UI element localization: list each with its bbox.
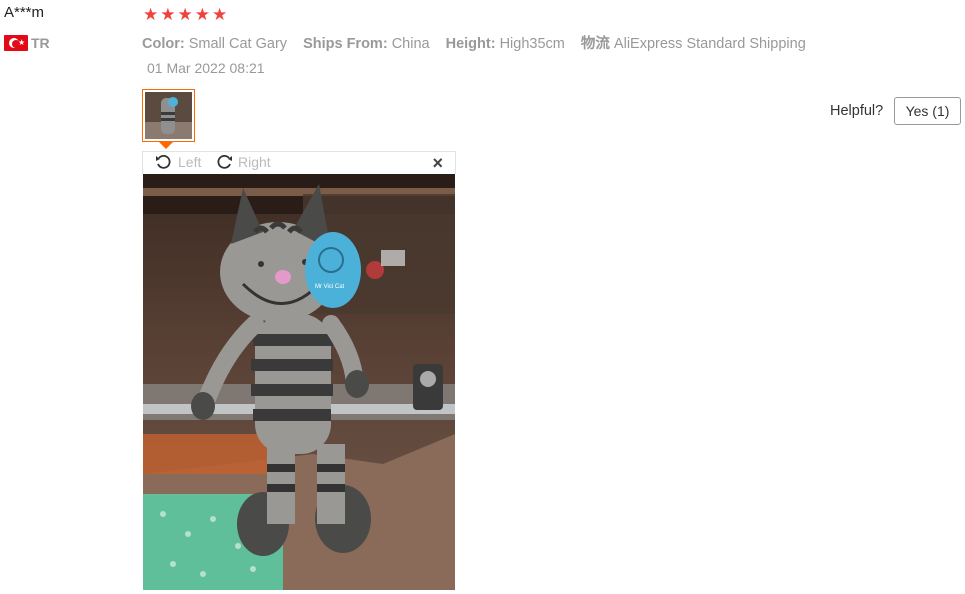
- country-code: TR: [31, 35, 50, 51]
- sku-key: 物流: [580, 36, 610, 52]
- star-icon: ★: [212, 5, 228, 24]
- star-rating: ★ ★ ★ ★ ★: [143, 5, 227, 25]
- rotate-right-label: Right: [238, 154, 271, 170]
- review-photo-large: Mr Vici Cat: [143, 174, 455, 590]
- sku-value: AliExpress Standard Shipping: [613, 36, 806, 52]
- rotate-left-button[interactable]: Left: [155, 153, 201, 171]
- sku-logistics: 物流 AliExpress Standard Shipping: [581, 36, 806, 52]
- helpful-yes-button[interactable]: Yes (1): [894, 97, 961, 125]
- star-icon: ★: [177, 5, 193, 24]
- sku-key: Color:: [142, 36, 185, 52]
- turkey-flag-icon: ★: [4, 35, 28, 51]
- rotate-right-button[interactable]: Right: [215, 153, 271, 171]
- star-icon: ★: [194, 5, 210, 24]
- sku-color: Color: Small Cat Gary: [142, 36, 287, 52]
- sku-key: Height:: [445, 36, 496, 52]
- thumbnail-pointer: [159, 142, 173, 149]
- rotate-left-label: Left: [178, 154, 202, 170]
- close-icon[interactable]: ×: [432, 152, 443, 174]
- rotate-left-icon: [156, 154, 171, 169]
- sku-height: Height: High35cm: [446, 36, 565, 52]
- sku-value: China: [391, 36, 430, 52]
- rotate-right-icon: [217, 154, 232, 169]
- sku-value: High35cm: [499, 36, 565, 52]
- hang-tag-text: Mr Vici Cat: [315, 284, 345, 290]
- reviewer-country: ★ TR: [4, 35, 50, 51]
- review-date: 01 Mar 2022 08:21: [147, 60, 265, 76]
- sku-key: Ships From:: [303, 36, 388, 52]
- helpful-label: Helpful?: [830, 103, 884, 119]
- star-icon: ★: [143, 5, 159, 24]
- thumbnail-image: [145, 92, 192, 139]
- review-photo-thumbnail[interactable]: [142, 89, 195, 142]
- sku-ships-from: Ships From: China: [303, 36, 430, 52]
- star-icon: ★: [160, 5, 176, 24]
- sku-value: Small Cat Gary: [188, 36, 288, 52]
- reviewer-name: A***m: [4, 4, 45, 21]
- sku-info: Color: Small Cat Gary Ships From: China …: [142, 32, 818, 53]
- image-viewer-toolbar: Left Right ×: [142, 151, 456, 174]
